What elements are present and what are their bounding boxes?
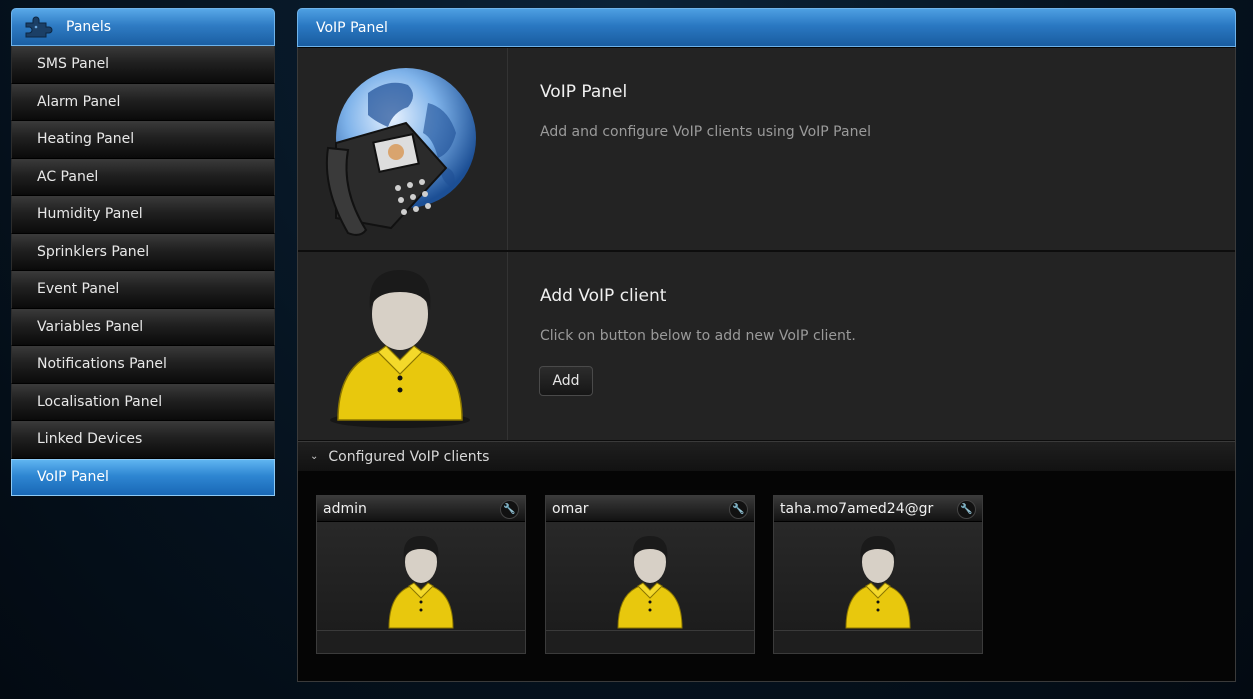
client-name: admin xyxy=(323,500,367,517)
sidebar-item-humidity-panel[interactable]: Humidity Panel xyxy=(11,196,275,234)
sidebar-item-label: Humidity Panel xyxy=(37,206,143,223)
add-client-row: Add VoIP client Click on button below to… xyxy=(298,252,1235,442)
sidebar-item-label: Event Panel xyxy=(37,281,120,298)
sidebar-item-sprinklers-panel[interactable]: Sprinklers Panel xyxy=(11,233,275,271)
sidebar-item-notifications-panel[interactable]: Notifications Panel xyxy=(11,346,275,384)
chevron-down-icon: ⌄ xyxy=(310,451,319,462)
client-card-header: taha.mo7amed24@gr 🔧 xyxy=(774,496,982,522)
user-avatar-icon xyxy=(388,536,454,629)
sidebar-item-label: VoIP Panel xyxy=(37,469,109,486)
add-client-image-cell xyxy=(298,252,508,440)
client-card-header: omar 🔧 xyxy=(546,496,754,522)
client-card-footer xyxy=(317,630,525,653)
sidebar-item-variables-panel[interactable]: Variables Panel xyxy=(11,308,275,346)
client-avatar-area xyxy=(774,522,982,632)
client-card[interactable]: admin 🔧 xyxy=(316,495,526,654)
sidebar-item-sms-panel[interactable]: SMS Panel xyxy=(11,46,275,84)
configured-clients-title: Configured VoIP clients xyxy=(328,448,490,465)
sidebar-item-label: SMS Panel xyxy=(37,56,110,73)
client-card-footer xyxy=(774,630,982,653)
voip-phone-globe-icon xyxy=(325,68,476,236)
sidebar-item-label: Heating Panel xyxy=(37,131,135,148)
sidebar-item-ac-panel[interactable]: AC Panel xyxy=(11,158,275,196)
user-avatar-icon xyxy=(617,536,683,629)
sidebar-item-label: Localisation Panel xyxy=(37,393,163,410)
configured-clients-header[interactable]: ⌄ Configured VoIP clients xyxy=(298,441,1235,471)
panel-title: VoIP Panel xyxy=(316,19,388,36)
sidebar-item-localisation-panel[interactable]: Localisation Panel xyxy=(11,383,275,421)
client-avatar-area xyxy=(317,522,525,632)
sidebar-item-heating-panel[interactable]: Heating Panel xyxy=(11,121,275,159)
sidebar-item-alarm-panel[interactable]: Alarm Panel xyxy=(11,83,275,121)
sidebar-item-event-panel[interactable]: Event Panel xyxy=(11,271,275,309)
sidebar-item-label: Notifications Panel xyxy=(37,356,167,373)
sidebar-item-label: Alarm Panel xyxy=(37,93,121,110)
voip-panel: VoIP Panel VoIP Panel Add and configure … xyxy=(297,8,1236,682)
sidebar-header: Panels xyxy=(11,8,275,46)
sidebar-item-label: Sprinklers Panel xyxy=(37,243,150,260)
client-card-footer xyxy=(546,630,754,653)
user-avatar-icon xyxy=(330,270,470,428)
add-client-button[interactable]: Add xyxy=(539,366,593,396)
client-card[interactable]: taha.mo7amed24@gr 🔧 xyxy=(773,495,983,654)
add-client-title: Add VoIP client xyxy=(540,286,667,306)
client-card-header: admin 🔧 xyxy=(317,496,525,522)
intro-image-cell xyxy=(298,48,508,250)
sidebar: Panels SMS Panel Alarm Panel Heating Panel… xyxy=(11,8,275,496)
add-client-description: Click on button below to add new VoIP cl… xyxy=(540,328,856,344)
client-card[interactable]: omar 🔧 xyxy=(545,495,755,654)
intro-title: VoIP Panel xyxy=(540,82,628,102)
wrench-icon[interactable]: 🔧 xyxy=(957,500,976,519)
user-avatar-icon xyxy=(845,536,911,629)
sidebar-item-linked-devices[interactable]: Linked Devices xyxy=(11,421,275,459)
puzzle-icon xyxy=(25,16,53,38)
sidebar-title: Panels xyxy=(66,19,112,35)
sidebar-item-label: AC Panel xyxy=(37,168,99,185)
sidebar-item-label: Variables Panel xyxy=(37,318,144,335)
intro-row: VoIP Panel Add and configure VoIP client… xyxy=(298,48,1235,252)
panel-header: VoIP Panel xyxy=(297,8,1236,47)
wrench-icon[interactable]: 🔧 xyxy=(500,500,519,519)
wrench-icon[interactable]: 🔧 xyxy=(729,500,748,519)
sidebar-item-voip-panel[interactable]: VoIP Panel xyxy=(11,458,275,496)
client-avatar-area xyxy=(546,522,754,632)
sidebar-item-label: Linked Devices xyxy=(37,431,143,448)
client-name: taha.mo7amed24@gr xyxy=(780,500,934,517)
intro-description: Add and configure VoIP clients using VoI… xyxy=(540,124,871,140)
client-name: omar xyxy=(552,500,589,517)
